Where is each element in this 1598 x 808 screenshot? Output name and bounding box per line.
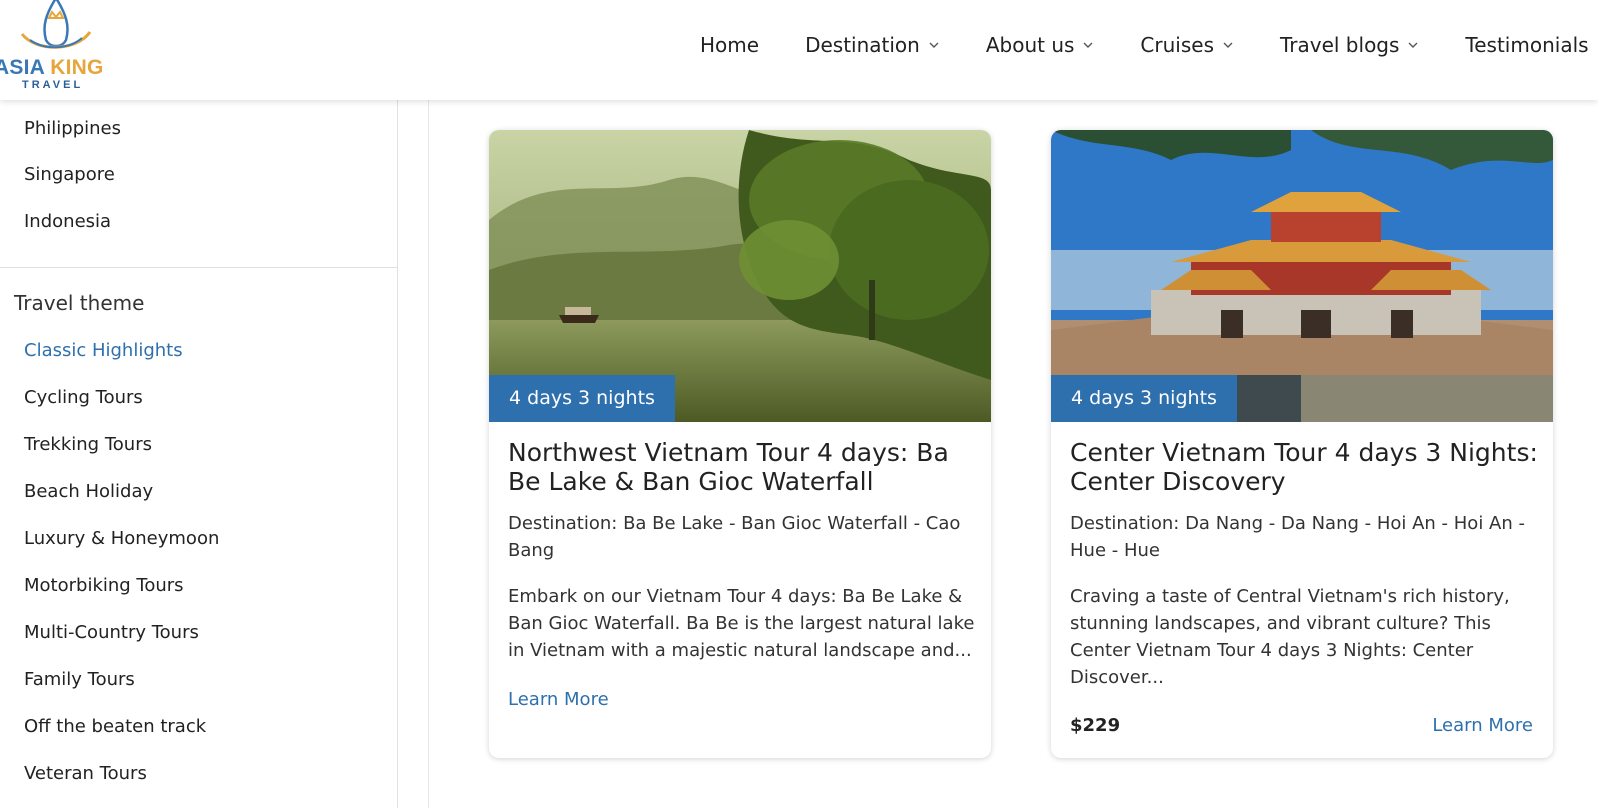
nav-label: About us [985,33,1075,57]
sidebar-theme-veteran-tours[interactable]: Veteran Tours [24,762,147,786]
content-border [428,100,429,808]
tour-card[interactable]: 4 days 3 nights Center Vietnam Tour 4 da… [1051,130,1553,758]
sidebar-divider [0,267,398,268]
nav-label: Destination [805,33,920,57]
travel-theme-heading: Travel theme [14,291,145,315]
tour-card[interactable]: 4 days 3 nights Northwest Vietnam Tour 4… [489,130,991,758]
nav-label: Travel blogs [1280,33,1400,57]
lotus-logo-icon [20,0,92,49]
sidebar-destination-indonesia[interactable]: Indonesia [24,210,111,234]
sidebar-theme-luxury-honeymoon[interactable]: Luxury & Honeymoon [24,527,219,551]
tour-image-citadel[interactable]: 4 days 3 nights [1051,130,1553,422]
nav-about-us[interactable]: About us [986,30,1095,60]
sidebar-destination-singapore[interactable]: Singapore [24,163,115,187]
main-nav: Home Destination About us Cruises Travel… [700,30,1598,60]
tour-description: Craving a taste of Central Vietnam's ric… [1070,586,1510,688]
nav-travel-blogs[interactable]: Travel blogs [1280,30,1419,60]
sidebar-theme-multi-country-tours[interactable]: Multi-Country Tours [24,621,199,645]
tour-title[interactable]: Northwest Vietnam Tour 4 days: Ba Be Lak… [508,438,978,496]
chevron-down-icon [1223,42,1233,48]
chevron-down-icon [929,42,939,48]
chevron-down-icon [1408,42,1418,48]
nav-home[interactable]: Home [700,30,759,60]
nav-destination[interactable]: Destination [805,30,940,60]
nav-label: Home [700,33,760,57]
tour-description: Embark on our Vietnam Tour 4 days: Ba Be… [508,586,975,661]
duration-badge: 4 days 3 nights [1051,375,1237,422]
duration-badge: 4 days 3 nights [489,375,675,422]
sidebar-theme-classic-highlights[interactable]: Classic Highlights [24,339,183,363]
tour-title[interactable]: Center Vietnam Tour 4 days 3 Nights: Cen… [1070,438,1540,496]
tour-destination: Destination: Da Nang - Da Nang - Hoi An … [1070,513,1525,561]
chevron-down-icon [1083,42,1093,48]
learn-more-link[interactable]: Learn More [1432,714,1533,738]
logo-subtitle: TRAVEL [22,79,84,91]
sidebar-theme-cycling-tours[interactable]: Cycling Tours [24,386,143,410]
sidebar-theme-family-tours[interactable]: Family Tours [24,668,135,692]
sidebar-theme-off-the-beaten-track[interactable]: Off the beaten track [24,715,206,739]
site-logo[interactable]: ASIA KING TRAVEL [0,0,124,96]
nav-label: Testimonials [1465,33,1589,57]
nav-cruises[interactable]: Cruises [1140,30,1234,60]
sidebar-destination-philippines[interactable]: Philippines [24,117,121,141]
site-header: ASIA KING TRAVEL Home Destination About … [0,0,1598,100]
nav-label: Cruises [1140,33,1214,57]
tour-price: $229 [1070,715,1121,736]
logo-wordmark: ASIA KING [0,56,104,79]
tour-image-lake[interactable]: 4 days 3 nights [489,130,991,422]
sidebar-theme-motorbiking-tours[interactable]: Motorbiking Tours [24,574,184,598]
learn-more-link[interactable]: Learn More [508,688,609,712]
tour-destination: Destination: Ba Be Lake - Ban Gioc Water… [508,513,961,561]
sidebar-theme-trekking-tours[interactable]: Trekking Tours [24,433,152,457]
nav-testimonials[interactable]: Testimonials [1465,30,1588,60]
filter-sidebar: Philippines Singapore Indonesia Travel t… [0,100,398,808]
sidebar-theme-beach-holiday[interactable]: Beach Holiday [24,480,153,504]
